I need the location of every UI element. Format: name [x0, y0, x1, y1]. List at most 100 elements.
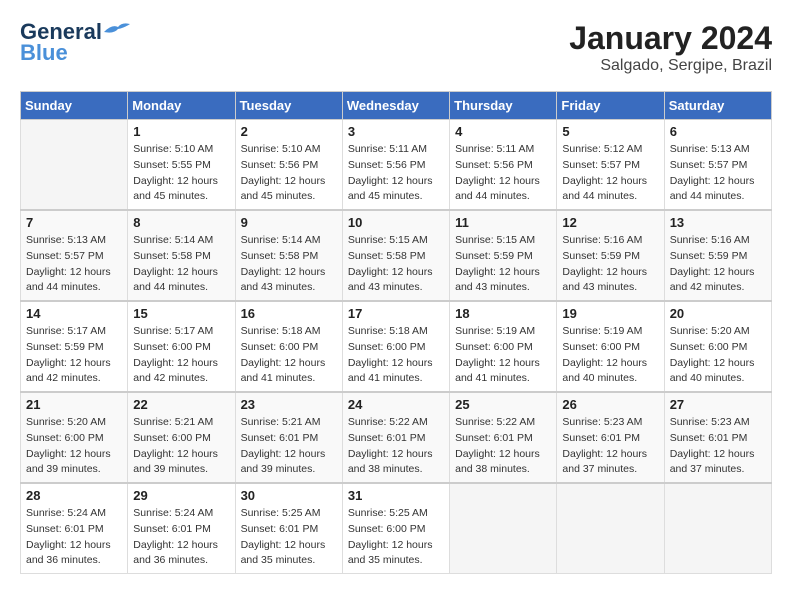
day-info: Sunrise: 5:18 AMSunset: 6:00 PMDaylight:… [241, 324, 337, 387]
calendar-col-wednesday: Wednesday [342, 92, 449, 120]
day-info: Sunrise: 5:17 AMSunset: 6:00 PMDaylight:… [133, 324, 229, 387]
calendar-cell: 7 Sunrise: 5:13 AMSunset: 5:57 PMDaylight… [21, 210, 128, 301]
day-number: 16 [241, 306, 337, 321]
day-info: Sunrise: 5:24 AMSunset: 6:01 PMDaylight:… [133, 506, 229, 569]
day-info: Sunrise: 5:18 AMSunset: 6:00 PMDaylight:… [348, 324, 444, 387]
day-number: 4 [455, 124, 551, 139]
day-number: 27 [670, 397, 766, 412]
day-info: Sunrise: 5:21 AMSunset: 6:00 PMDaylight:… [133, 415, 229, 478]
day-number: 18 [455, 306, 551, 321]
day-info: Sunrise: 5:12 AMSunset: 5:57 PMDaylight:… [562, 142, 658, 205]
calendar-cell: 12 Sunrise: 5:16 AMSunset: 5:59 PMDayligh… [557, 210, 664, 301]
day-number: 7 [26, 215, 122, 230]
calendar-cell: 15 Sunrise: 5:17 AMSunset: 6:00 PMDayligh… [128, 301, 235, 392]
calendar-col-thursday: Thursday [450, 92, 557, 120]
calendar-col-tuesday: Tuesday [235, 92, 342, 120]
day-number: 22 [133, 397, 229, 412]
calendar-cell: 8 Sunrise: 5:14 AMSunset: 5:58 PMDaylight… [128, 210, 235, 301]
day-info: Sunrise: 5:10 AMSunset: 5:55 PMDaylight:… [133, 142, 229, 205]
day-number: 26 [562, 397, 658, 412]
day-info: Sunrise: 5:19 AMSunset: 6:00 PMDaylight:… [562, 324, 658, 387]
day-number: 3 [348, 124, 444, 139]
calendar-cell: 14 Sunrise: 5:17 AMSunset: 5:59 PMDayligh… [21, 301, 128, 392]
day-number: 13 [670, 215, 766, 230]
calendar-cell: 16 Sunrise: 5:18 AMSunset: 6:00 PMDayligh… [235, 301, 342, 392]
calendar-col-monday: Monday [128, 92, 235, 120]
title-section: January 2024 Salgado, Sergipe, Brazil [569, 20, 772, 75]
calendar-cell: 9 Sunrise: 5:14 AMSunset: 5:58 PMDaylight… [235, 210, 342, 301]
calendar-cell [664, 483, 771, 574]
day-info: Sunrise: 5:14 AMSunset: 5:58 PMDaylight:… [133, 233, 229, 296]
day-info: Sunrise: 5:16 AMSunset: 5:59 PMDaylight:… [670, 233, 766, 296]
logo-subtext: Blue [20, 40, 68, 66]
calendar-table: SundayMondayTuesdayWednesdayThursdayFrid… [20, 91, 772, 574]
day-info: Sunrise: 5:25 AMSunset: 6:00 PMDaylight:… [348, 506, 444, 569]
calendar-header-row: SundayMondayTuesdayWednesdayThursdayFrid… [21, 92, 772, 120]
day-number: 23 [241, 397, 337, 412]
day-number: 31 [348, 488, 444, 503]
day-info: Sunrise: 5:14 AMSunset: 5:58 PMDaylight:… [241, 233, 337, 296]
day-info: Sunrise: 5:16 AMSunset: 5:59 PMDaylight:… [562, 233, 658, 296]
day-info: Sunrise: 5:11 AMSunset: 5:56 PMDaylight:… [348, 142, 444, 205]
day-number: 6 [670, 124, 766, 139]
day-number: 11 [455, 215, 551, 230]
day-info: Sunrise: 5:13 AMSunset: 5:57 PMDaylight:… [26, 233, 122, 296]
day-info: Sunrise: 5:19 AMSunset: 6:00 PMDaylight:… [455, 324, 551, 387]
day-number: 25 [455, 397, 551, 412]
calendar-cell: 3 Sunrise: 5:11 AMSunset: 5:56 PMDaylight… [342, 120, 449, 211]
day-number: 17 [348, 306, 444, 321]
calendar-cell: 22 Sunrise: 5:21 AMSunset: 6:00 PMDayligh… [128, 392, 235, 483]
day-info: Sunrise: 5:23 AMSunset: 6:01 PMDaylight:… [562, 415, 658, 478]
calendar-cell: 2 Sunrise: 5:10 AMSunset: 5:56 PMDaylight… [235, 120, 342, 211]
day-number: 21 [26, 397, 122, 412]
day-number: 30 [241, 488, 337, 503]
day-number: 8 [133, 215, 229, 230]
day-info: Sunrise: 5:10 AMSunset: 5:56 PMDaylight:… [241, 142, 337, 205]
subtitle: Salgado, Sergipe, Brazil [569, 57, 772, 75]
calendar-cell: 17 Sunrise: 5:18 AMSunset: 6:00 PMDayligh… [342, 301, 449, 392]
calendar-cell: 29Sunrise: 5:24 AMSunset: 6:01 PMDayligh… [128, 483, 235, 574]
calendar-cell: 28 Sunrise: 5:24 AMSunset: 6:01 PMDayligh… [21, 483, 128, 574]
logo-bird-icon [104, 22, 130, 38]
main-title: January 2024 [569, 20, 772, 57]
calendar-week-row: 1Sunrise: 5:10 AMSunset: 5:55 PMDaylight… [21, 120, 772, 211]
day-info: Sunrise: 5:15 AMSunset: 5:58 PMDaylight:… [348, 233, 444, 296]
day-number: 5 [562, 124, 658, 139]
calendar-cell: 18 Sunrise: 5:19 AMSunset: 6:00 PMDayligh… [450, 301, 557, 392]
day-number: 19 [562, 306, 658, 321]
calendar-cell: 10 Sunrise: 5:15 AMSunset: 5:58 PMDayligh… [342, 210, 449, 301]
calendar-cell: 19 Sunrise: 5:19 AMSunset: 6:00 PMDayligh… [557, 301, 664, 392]
day-number: 24 [348, 397, 444, 412]
day-number: 28 [26, 488, 122, 503]
calendar-col-saturday: Saturday [664, 92, 771, 120]
calendar-cell: 23Sunrise: 5:21 AMSunset: 6:01 PMDayligh… [235, 392, 342, 483]
day-number: 12 [562, 215, 658, 230]
day-info: Sunrise: 5:20 AMSunset: 6:00 PMDaylight:… [26, 415, 122, 478]
day-info: Sunrise: 5:25 AMSunset: 6:01 PMDaylight:… [241, 506, 337, 569]
calendar-cell: 30 Sunrise: 5:25 AMSunset: 6:01 PMDayligh… [235, 483, 342, 574]
calendar-cell: 13 Sunrise: 5:16 AMSunset: 5:59 PMDayligh… [664, 210, 771, 301]
calendar-col-friday: Friday [557, 92, 664, 120]
calendar-cell [21, 120, 128, 211]
calendar-cell [557, 483, 664, 574]
logo: General Blue [20, 20, 130, 66]
calendar-week-row: 28 Sunrise: 5:24 AMSunset: 6:01 PMDayligh… [21, 483, 772, 574]
day-info: Sunrise: 5:22 AMSunset: 6:01 PMDaylight:… [455, 415, 551, 478]
calendar-cell: 5 Sunrise: 5:12 AMSunset: 5:57 PMDaylight… [557, 120, 664, 211]
calendar-week-row: 14 Sunrise: 5:17 AMSunset: 5:59 PMDayligh… [21, 301, 772, 392]
day-number: 10 [348, 215, 444, 230]
calendar-cell: 21 Sunrise: 5:20 AMSunset: 6:00 PMDayligh… [21, 392, 128, 483]
day-info: Sunrise: 5:17 AMSunset: 5:59 PMDaylight:… [26, 324, 122, 387]
day-number: 9 [241, 215, 337, 230]
calendar-cell: 4 Sunrise: 5:11 AMSunset: 5:56 PMDaylight… [450, 120, 557, 211]
calendar-col-sunday: Sunday [21, 92, 128, 120]
day-number: 2 [241, 124, 337, 139]
day-info: Sunrise: 5:15 AMSunset: 5:59 PMDaylight:… [455, 233, 551, 296]
day-number: 14 [26, 306, 122, 321]
day-info: Sunrise: 5:24 AMSunset: 6:01 PMDaylight:… [26, 506, 122, 569]
day-number: 15 [133, 306, 229, 321]
day-info: Sunrise: 5:11 AMSunset: 5:56 PMDaylight:… [455, 142, 551, 205]
calendar-cell: 6Sunrise: 5:13 AMSunset: 5:57 PMDaylight… [664, 120, 771, 211]
calendar-cell: 1Sunrise: 5:10 AMSunset: 5:55 PMDaylight… [128, 120, 235, 211]
calendar-week-row: 21 Sunrise: 5:20 AMSunset: 6:00 PMDayligh… [21, 392, 772, 483]
